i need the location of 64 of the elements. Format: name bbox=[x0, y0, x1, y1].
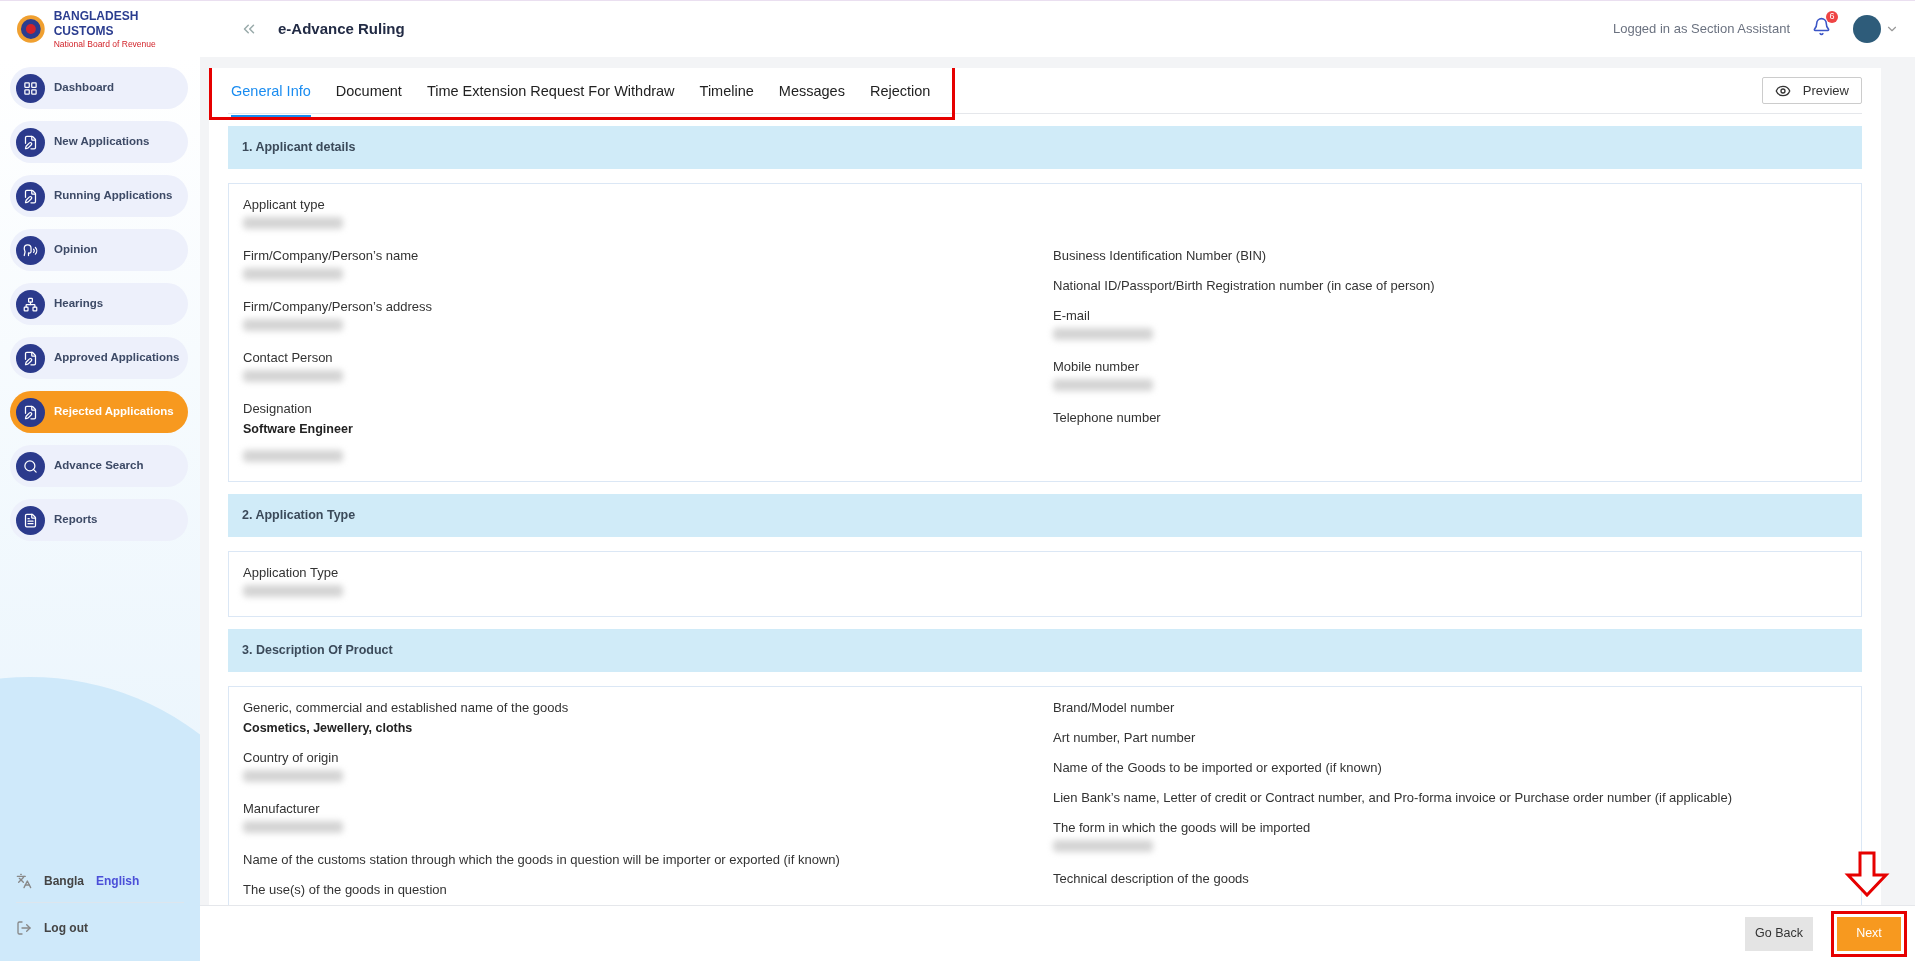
document-edit-icon bbox=[23, 188, 38, 204]
notification-badge: 6 bbox=[1826, 11, 1838, 23]
logout-icon bbox=[16, 920, 32, 936]
field-label: Telephone number bbox=[1053, 409, 1162, 426]
section-header: 2. Application Type bbox=[228, 494, 1862, 537]
field-label: Designation bbox=[243, 400, 313, 417]
preview-button[interactable]: Preview bbox=[1761, 77, 1862, 104]
field-label: Lien Bank’s name, Letter of credit or Contract number, and Pro-forma invoice or Purchase order number (if applicable) bbox=[1053, 789, 1733, 806]
sidebar-item[interactable]: Opinion bbox=[10, 229, 188, 271]
field-label: Contact Person bbox=[243, 349, 334, 366]
hierarchy-icon bbox=[23, 296, 38, 312]
document-edit-icon bbox=[23, 404, 38, 420]
language-option[interactable]: Bangla bbox=[44, 872, 84, 890]
document-edit-icon bbox=[23, 350, 38, 366]
field-label: Application Type bbox=[243, 564, 340, 581]
sidebar-item[interactable]: New Applications bbox=[10, 121, 188, 163]
sidebar-item[interactable]: Advance Search bbox=[10, 445, 188, 487]
field-label: E-mail bbox=[1053, 307, 1091, 324]
section-header: 3. Description Of Product bbox=[228, 629, 1862, 672]
field-label: The form in which the goods will be imported bbox=[1053, 819, 1312, 836]
avatar[interactable] bbox=[1853, 15, 1881, 43]
logout-button[interactable]: Log out bbox=[16, 903, 184, 945]
translate-icon bbox=[16, 873, 32, 889]
go-back-button[interactable]: Go Back bbox=[1745, 916, 1813, 951]
logged-in-text: Logged in as Section Assistant bbox=[1612, 20, 1790, 39]
tab[interactable]: Document bbox=[335, 70, 402, 117]
field-label: The use(s) of the goods in question bbox=[243, 881, 448, 898]
field-label: Business Identification Number (BIN) bbox=[1053, 247, 1268, 264]
sidebar-item[interactable]: Reports bbox=[10, 499, 188, 541]
page-title: e-Advance Ruling bbox=[278, 18, 405, 39]
grid-icon bbox=[23, 80, 38, 96]
field-label: Mobile number bbox=[1053, 358, 1140, 375]
sidebar-item[interactable]: Approved Applications bbox=[10, 337, 188, 379]
field-value: Software Engineer bbox=[243, 421, 354, 437]
tab[interactable]: Messages bbox=[778, 70, 845, 117]
field-label: Art number, Part number bbox=[1053, 729, 1197, 746]
search-icon bbox=[23, 458, 38, 474]
brand-subtitle: National Board of Revenue bbox=[53, 38, 157, 50]
field-label: Name of the Goods to be imported or exported (if known) bbox=[1053, 759, 1383, 776]
field-label: Brand/Model number bbox=[1053, 699, 1176, 716]
field-label: Applicant type bbox=[243, 196, 326, 213]
section-header: 1. Applicant details bbox=[228, 126, 1862, 169]
document-edit-icon bbox=[23, 134, 38, 150]
tab[interactable]: Rejection bbox=[869, 70, 931, 117]
document-icon bbox=[23, 512, 38, 528]
field-label: Generic, commercial and established name of the goods bbox=[243, 699, 570, 716]
tab[interactable]: Time Extension Request For Withdraw bbox=[426, 70, 675, 117]
field-label: Firm/Company/Person’s name bbox=[243, 247, 420, 264]
person-speaking-icon bbox=[23, 242, 38, 258]
brand-name: BANGLADESH CUSTOMS bbox=[53, 8, 140, 39]
field-value: Cosmetics, Jewellery, cloths bbox=[243, 720, 414, 736]
sidebar-item[interactable]: Hearings bbox=[10, 283, 188, 325]
tab[interactable]: Timeline bbox=[699, 70, 754, 117]
field-label: Technical description of the goods bbox=[1053, 870, 1250, 887]
customs-emblem-icon bbox=[16, 14, 46, 44]
sidebar-item[interactable]: Dashboard bbox=[10, 67, 188, 109]
language-option[interactable]: English bbox=[96, 872, 140, 890]
field-label: Manufacturer bbox=[243, 800, 321, 817]
field-label: Name of the customs station through which the goods in question will be importer or exported (if known) bbox=[243, 851, 841, 868]
tab[interactable]: General Info bbox=[231, 70, 311, 117]
sidebar-item[interactable]: Running Applications bbox=[10, 175, 188, 217]
field-label: National ID/Passport/Birth Registration number (in case of person) bbox=[1053, 277, 1436, 294]
field-label: Country of origin bbox=[243, 749, 340, 766]
field-label: Firm/Company/Person’s address bbox=[243, 298, 434, 315]
